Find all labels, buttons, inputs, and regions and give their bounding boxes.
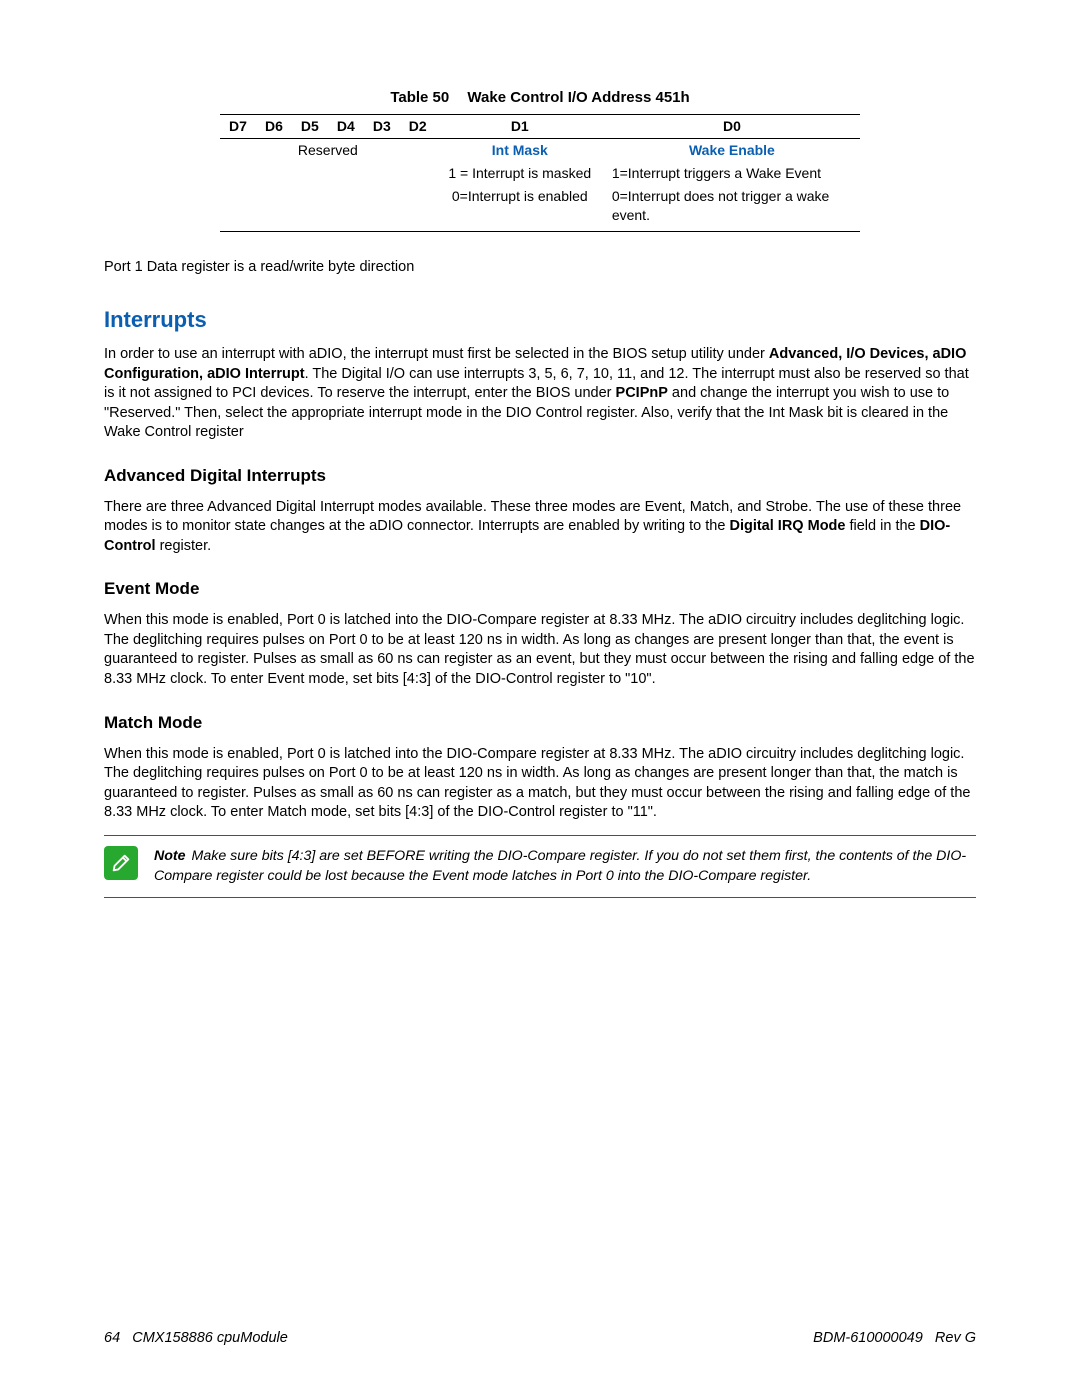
- col-d2: D2: [400, 115, 436, 139]
- note-text: NoteMake sure bits [4:3] are set BEFORE …: [154, 846, 976, 887]
- paragraph-interrupts: In order to use an interrupt with aDIO, …: [104, 345, 976, 443]
- table-row: 1 = Interrupt is masked 1=Interrupt trig…: [220, 162, 860, 185]
- col-d6: D6: [256, 115, 292, 139]
- page-footer: 64 CMX158886 cpuModule BDM-610000049 Rev…: [104, 1329, 976, 1349]
- cell-int-mask: Int Mask: [436, 139, 604, 162]
- note-label: Note: [154, 848, 186, 864]
- cell-d0-line2: 0=Interrupt does not trigger a wake even…: [604, 185, 860, 231]
- footer-left: 64 CMX158886 cpuModule: [104, 1329, 288, 1349]
- footer-right: BDM-610000049 Rev G: [813, 1329, 976, 1349]
- col-d7: D7: [220, 115, 256, 139]
- paragraph-event-mode: When this mode is enabled, Port 0 is lat…: [104, 611, 976, 689]
- col-d0: D0: [604, 115, 860, 139]
- paragraph-port1: Port 1 Data register is a read/write byt…: [104, 258, 976, 278]
- col-d5: D5: [292, 115, 328, 139]
- cell-wake-enable: Wake Enable: [604, 139, 860, 162]
- table-caption: Table 50 Wake Control I/O Address 451h: [104, 88, 976, 108]
- text: register.: [156, 538, 212, 554]
- col-d4: D4: [328, 115, 364, 139]
- note-box: NoteMake sure bits [4:3] are set BEFORE …: [104, 835, 976, 898]
- col-d1: D1: [436, 115, 604, 139]
- heading-event-mode: Event Mode: [104, 578, 976, 601]
- heading-match-mode: Match Mode: [104, 712, 976, 735]
- note-body: Make sure bits [4:3] are set BEFORE writ…: [154, 848, 966, 885]
- text: In order to use an interrupt with aDIO, …: [104, 346, 769, 362]
- heading-advanced-digital-interrupts: Advanced Digital Interrupts: [104, 465, 976, 488]
- cell-d0-line1: 1=Interrupt triggers a Wake Event: [604, 162, 860, 185]
- footer-doc: BDM-610000049: [813, 1330, 923, 1346]
- register-table: D7 D6 D5 D4 D3 D2 D1 D0 Reserved Int Mas…: [220, 114, 860, 231]
- table-number: Table 50: [390, 89, 449, 106]
- pencil-icon: [104, 846, 138, 880]
- text-bold: PCIPnP: [616, 385, 668, 401]
- footer-title: CMX158886 cpuModule: [132, 1330, 288, 1346]
- table-row: 0=Interrupt is enabled 0=Interrupt does …: [220, 185, 860, 231]
- cell-d1-line2: 0=Interrupt is enabled: [436, 185, 604, 231]
- heading-interrupts: Interrupts: [104, 305, 976, 335]
- paragraph-advanced: There are three Advanced Digital Interru…: [104, 498, 976, 557]
- footer-rev: Rev G: [935, 1330, 976, 1346]
- table-header-row: D7 D6 D5 D4 D3 D2 D1 D0: [220, 115, 860, 139]
- text: field in the: [845, 518, 919, 534]
- cell-d1-line1: 1 = Interrupt is masked: [436, 162, 604, 185]
- paragraph-match-mode: When this mode is enabled, Port 0 is lat…: [104, 745, 976, 823]
- text-bold: Digital IRQ Mode: [729, 518, 845, 534]
- cell-reserved: Reserved: [220, 139, 436, 162]
- table-title: Wake Control I/O Address 451h: [467, 89, 689, 106]
- page-number: 64: [104, 1330, 120, 1346]
- col-d3: D3: [364, 115, 400, 139]
- table-row: Reserved Int Mask Wake Enable: [220, 139, 860, 162]
- page: Table 50 Wake Control I/O Address 451h D…: [0, 0, 1080, 1397]
